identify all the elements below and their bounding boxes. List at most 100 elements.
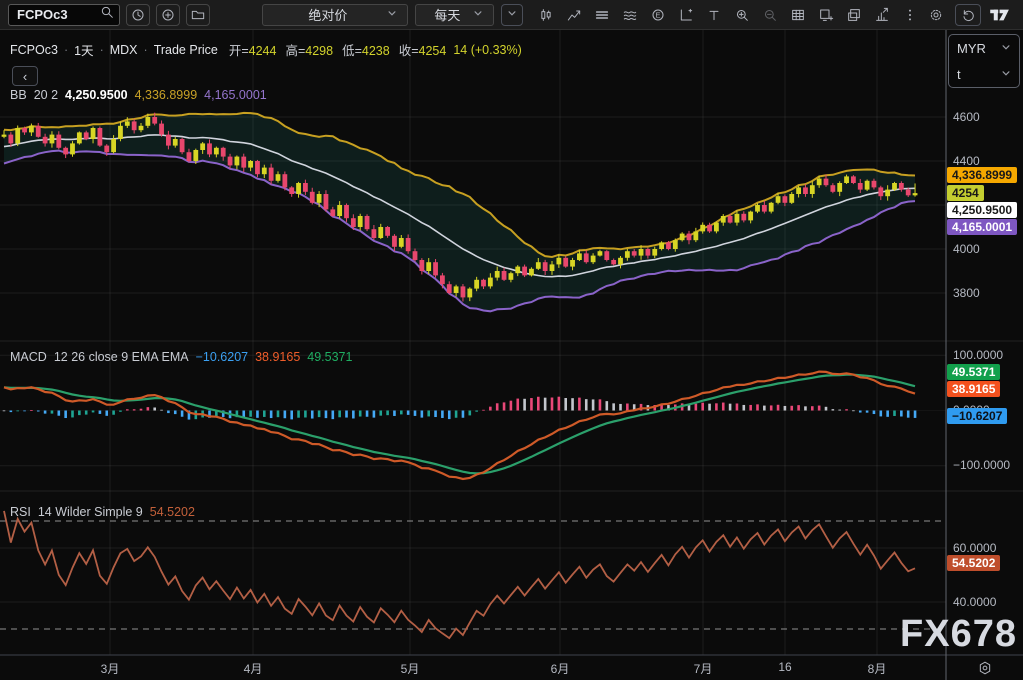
indicators-icon xyxy=(566,7,582,23)
plus-circle-icon xyxy=(160,7,176,23)
ohlc-item: 高=4298 xyxy=(285,40,333,59)
symbol-legend: FCPOc3· 1天· MDX· Trade Price 开=4244高=429… xyxy=(10,40,522,59)
zoom-in-button[interactable] xyxy=(729,3,755,27)
zoom-in-icon xyxy=(734,7,750,23)
rsi-name: RSI xyxy=(10,505,31,519)
bb-lower-value: 4,165.0001 xyxy=(204,88,267,102)
waves-icon xyxy=(622,7,638,23)
candlestick-icon xyxy=(538,7,554,23)
price-badge: 4254 xyxy=(947,185,984,201)
symbol-search-box[interactable] xyxy=(8,4,120,26)
plus-circle-button[interactable] xyxy=(156,4,180,26)
chart-canvas[interactable] xyxy=(0,0,1023,680)
time-label: 3月 xyxy=(101,660,120,677)
bb-params: 20 2 xyxy=(34,88,58,102)
price-badge: 4,336.8999 xyxy=(947,167,1017,183)
macd-badge: −10.6207 xyxy=(947,408,1007,424)
bb-upper-value: 4,336.8999 xyxy=(135,88,198,102)
chevron-down-icon xyxy=(999,40,1013,57)
price-tick: 3800 xyxy=(953,286,980,301)
legend-interval: 1天 xyxy=(74,40,93,59)
symbol-search-input[interactable] xyxy=(17,7,99,22)
measure-icon xyxy=(678,7,694,23)
bb-name: BB xyxy=(10,88,27,102)
session-settings-button[interactable] xyxy=(946,655,1023,680)
more-menu-icon xyxy=(902,7,918,23)
candlestick-button[interactable] xyxy=(533,3,559,27)
collapse-toolbar-button[interactable] xyxy=(501,4,523,26)
price-badge: 4,165.0001 xyxy=(947,219,1017,235)
macd-legend: MACD 12 26 close 9 EMA EMA −10.6207 38.9… xyxy=(10,350,352,364)
settings-gear-button[interactable] xyxy=(923,3,949,27)
publish-icon xyxy=(874,7,890,23)
waves-button[interactable] xyxy=(617,3,643,27)
legend-exchange: MDX xyxy=(110,43,138,57)
rsi-params: 14 Wilder Simple 9 xyxy=(38,505,143,519)
rsi-legend: RSI 14 Wilder Simple 9 54.5202 xyxy=(10,505,195,519)
toolbar-icons: E xyxy=(533,3,923,27)
time-label: 8月 xyxy=(868,660,887,677)
snapshot-icon xyxy=(818,7,834,23)
time-label: 7月 xyxy=(694,660,713,677)
e-circle-button[interactable]: E xyxy=(645,3,671,27)
price-mode-dropdown[interactable]: 绝对价 xyxy=(262,4,408,26)
ohlc-item: 开=4244 xyxy=(229,40,277,59)
currency-dropdown[interactable]: MYR xyxy=(949,35,1019,61)
interval-label: 每天 xyxy=(424,5,471,24)
macd-params: 12 26 close 9 EMA EMA xyxy=(54,350,189,364)
layout-button[interactable] xyxy=(841,3,867,27)
search-icon xyxy=(99,4,115,25)
toolbar-right xyxy=(923,3,1023,27)
clock-icon xyxy=(130,7,146,23)
time-label: 5月 xyxy=(401,660,420,677)
bb-basis-value: 4,250.9500 xyxy=(65,88,128,102)
rsi-badge: 54.5202 xyxy=(947,555,1000,571)
ohlc-item: 收=4254 xyxy=(399,40,447,59)
trading-terminal: 绝对价 每天 E FCPOc3· 1天· MDX· Trade Price 开=… xyxy=(0,0,1023,680)
bb-legend: BB 20 2 4,250.9500 4,336.8999 4,165.0001 xyxy=(10,88,267,102)
legend-series-type: Trade Price xyxy=(154,43,218,57)
rsi-tick: 60.0000 xyxy=(953,541,996,556)
unit-label: t xyxy=(957,67,999,82)
text-tool-icon xyxy=(706,7,722,23)
tradingview-logo xyxy=(987,3,1013,27)
layout-icon xyxy=(846,7,862,23)
chevron-down-icon xyxy=(999,66,1013,83)
interval-dropdown[interactable]: 每天 xyxy=(415,4,494,26)
more-menu-button[interactable] xyxy=(897,3,923,27)
time-axis[interactable]: 3月4月5月6月7月168月 xyxy=(0,655,1023,680)
price-axis[interactable]: 4600440040003800100.00000.0000−100.00006… xyxy=(946,30,1023,655)
text-tool-button[interactable] xyxy=(701,3,727,27)
indicators-button[interactable] xyxy=(561,3,587,27)
svg-text:E: E xyxy=(656,10,661,19)
price-tick: 4600 xyxy=(953,110,980,125)
measure-button[interactable] xyxy=(673,3,699,27)
undo-button[interactable] xyxy=(955,4,981,26)
folder-button[interactable] xyxy=(186,4,210,26)
undo-icon xyxy=(960,7,976,23)
price-badge: 4,250.9500 xyxy=(947,202,1017,218)
ohlc-item: 低=4238 xyxy=(342,40,390,59)
tradingview-logo xyxy=(989,7,1011,23)
time-label: 16 xyxy=(778,660,791,674)
price-tick: 4000 xyxy=(953,242,980,257)
back-button[interactable]: ‹ xyxy=(12,66,38,86)
layers-button[interactable] xyxy=(589,3,615,27)
layers-icon xyxy=(594,7,610,23)
legend-change: 14 (+0.33%) xyxy=(453,43,521,57)
grid-icon xyxy=(790,7,806,23)
axis-unit-controls: MYR t xyxy=(948,34,1020,88)
grid-button[interactable] xyxy=(785,3,811,27)
time-label: 6月 xyxy=(551,660,570,677)
currency-label: MYR xyxy=(957,41,999,56)
top-toolbar: 绝对价 每天 E xyxy=(0,0,1023,30)
clock-button[interactable] xyxy=(126,4,150,26)
zoom-out-button[interactable] xyxy=(757,3,783,27)
toolbar-left-buttons xyxy=(120,4,210,26)
unit-dropdown[interactable]: t xyxy=(949,61,1019,87)
rsi-tick: 40.0000 xyxy=(953,595,996,610)
macd-line-value: 38.9165 xyxy=(255,350,300,364)
publish-button[interactable] xyxy=(869,3,895,27)
snapshot-button[interactable] xyxy=(813,3,839,27)
macd-signal-value: 49.5371 xyxy=(307,350,352,364)
